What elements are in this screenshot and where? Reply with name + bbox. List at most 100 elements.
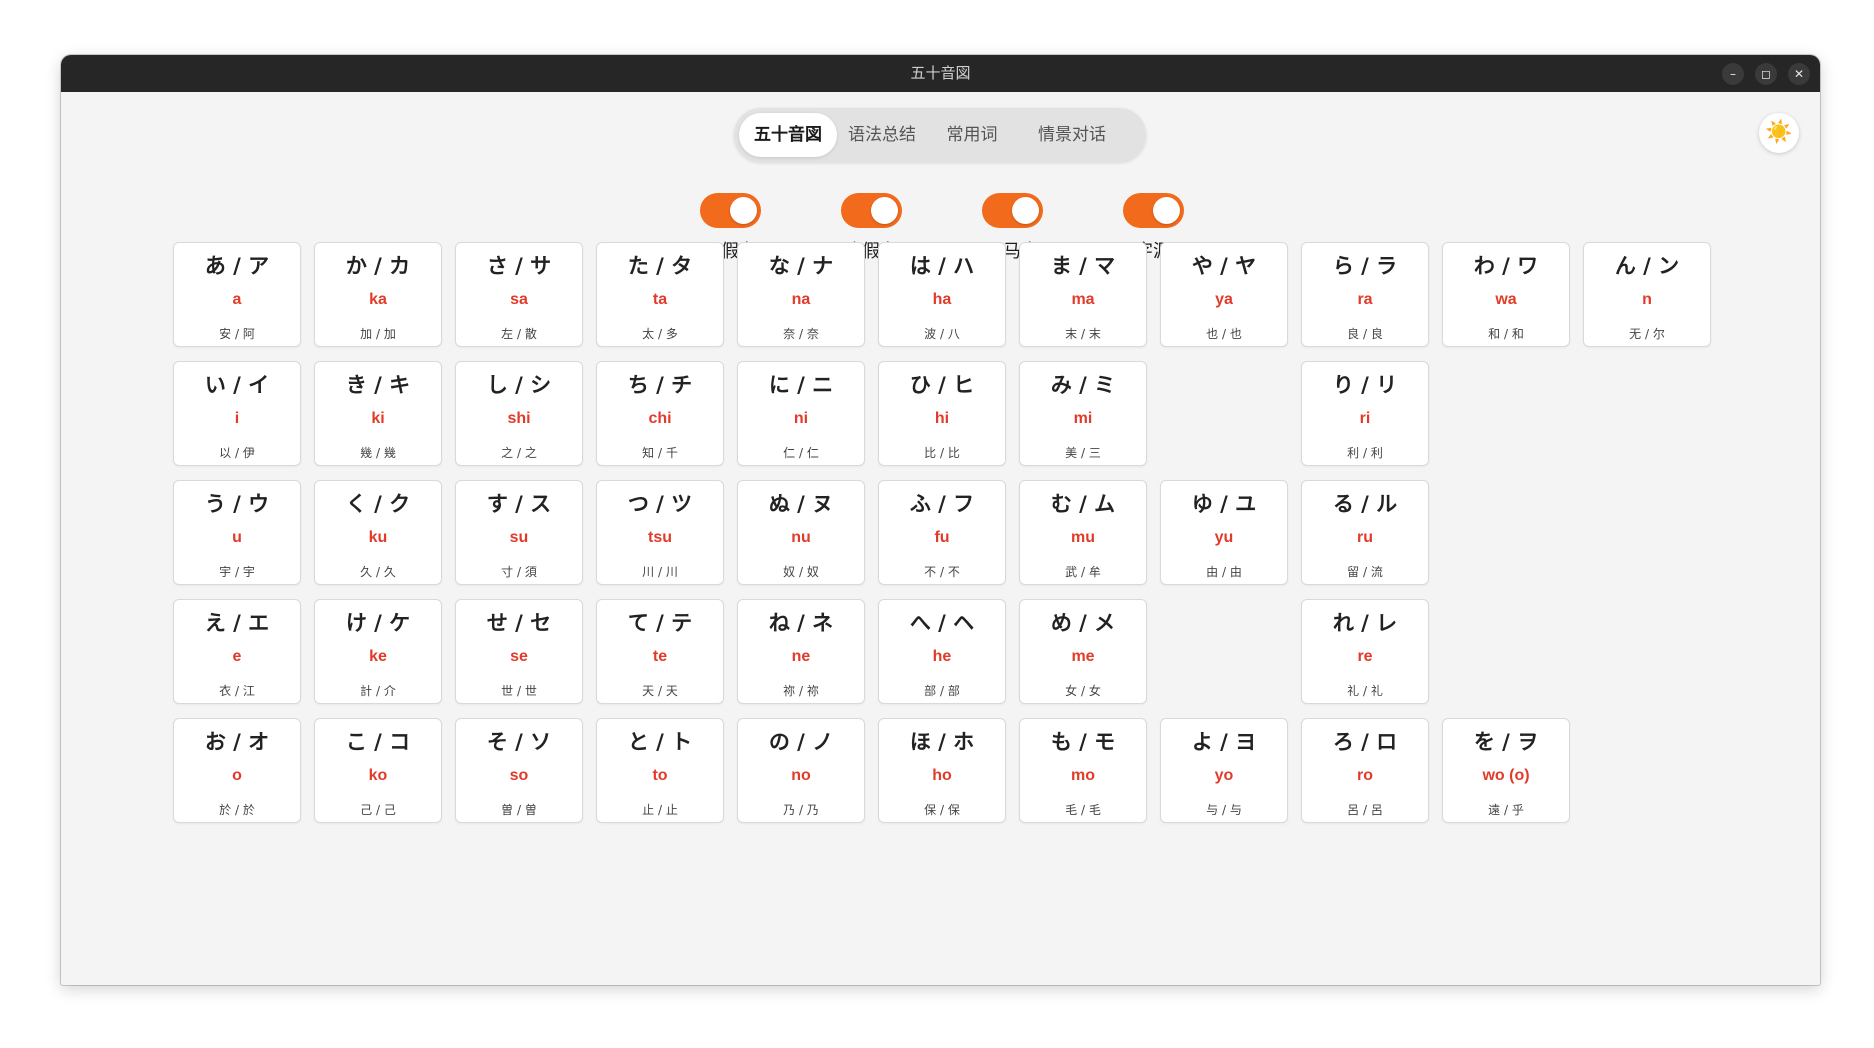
tab-dialogues[interactable]: 情景对话 bbox=[1017, 113, 1127, 157]
kana-card[interactable]: な / ナ na 奈 / 奈 bbox=[737, 242, 865, 347]
kana-card[interactable]: う / ウ u 宇 / 宇 bbox=[173, 480, 301, 585]
kana-card[interactable]: ま / マ ma 末 / 末 bbox=[1019, 242, 1147, 347]
kana-text: お / オ bbox=[204, 730, 270, 754]
romaji-switch[interactable] bbox=[981, 193, 1043, 228]
romaji-text: te bbox=[652, 648, 668, 665]
hiragana-switch[interactable] bbox=[699, 193, 761, 228]
kana-text: と / ト bbox=[627, 730, 693, 754]
origin-text: 美 / 三 bbox=[1065, 446, 1101, 460]
kana-card[interactable]: も / モ mo 毛 / 毛 bbox=[1019, 718, 1147, 823]
kana-card[interactable]: は / ハ ha 波 / 八 bbox=[878, 242, 1006, 347]
romaji-text: n bbox=[1642, 291, 1652, 308]
kana-text: は / ハ bbox=[909, 254, 975, 278]
kana-card[interactable]: さ / サ sa 左 / 散 bbox=[455, 242, 583, 347]
kana-card[interactable]: ぬ / ヌ nu 奴 / 奴 bbox=[737, 480, 865, 585]
origin-text: 知 / 千 bbox=[642, 446, 678, 460]
origin-text: 世 / 世 bbox=[501, 684, 537, 698]
kana-text: な / ナ bbox=[768, 254, 834, 278]
kana-card[interactable]: せ / セ se 世 / 世 bbox=[455, 599, 583, 704]
kana-card[interactable]: く / ク ku 久 / 久 bbox=[314, 480, 442, 585]
kana-text: も / モ bbox=[1050, 730, 1116, 754]
kana-card[interactable]: み / ミ mi 美 / 三 bbox=[1019, 361, 1147, 466]
kana-card[interactable]: ち / チ chi 知 / 千 bbox=[596, 361, 724, 466]
kana-card[interactable]: き / キ ki 幾 / 幾 bbox=[314, 361, 442, 466]
kana-text: う / ウ bbox=[204, 492, 270, 516]
romaji-text: to bbox=[652, 767, 668, 784]
kana-card[interactable]: え / エ e 衣 / 江 bbox=[173, 599, 301, 704]
kana-card[interactable]: か / カ ka 加 / 加 bbox=[314, 242, 442, 347]
kana-card[interactable]: し / シ shi 之 / 之 bbox=[455, 361, 583, 466]
kana-card[interactable]: す / ス su 寸 / 須 bbox=[455, 480, 583, 585]
romaji-text: wa bbox=[1495, 291, 1517, 308]
romaji-text: tsu bbox=[648, 529, 672, 546]
origin-text: 寸 / 須 bbox=[501, 565, 537, 579]
kana-text: す / ス bbox=[486, 492, 552, 516]
origin-text: 安 / 阿 bbox=[219, 327, 255, 341]
kana-card[interactable]: め / メ me 女 / 女 bbox=[1019, 599, 1147, 704]
kana-text: い / イ bbox=[204, 373, 270, 397]
kana-card[interactable]: ほ / ホ ho 保 / 保 bbox=[878, 718, 1006, 823]
origin-text: 左 / 散 bbox=[501, 327, 537, 341]
title-bar[interactable]: 五十音図 – ◻ ✕ bbox=[61, 55, 1820, 92]
close-button[interactable]: ✕ bbox=[1788, 63, 1810, 85]
origin-text: 衣 / 江 bbox=[219, 684, 255, 698]
kana-card[interactable]: わ / ワ wa 和 / 和 bbox=[1442, 242, 1570, 347]
tab-bar: 五十音図 语法总结 常用词 情景对话 bbox=[734, 108, 1146, 162]
tab-common-words[interactable]: 常用词 bbox=[927, 113, 1017, 157]
tab-gojuon[interactable]: 五十音図 bbox=[739, 113, 837, 157]
kana-card[interactable]: け / ケ ke 計 / 介 bbox=[314, 599, 442, 704]
kana-card[interactable]: と / ト to 止 / 止 bbox=[596, 718, 724, 823]
kana-card[interactable]: こ / コ ko 己 / 己 bbox=[314, 718, 442, 823]
romaji-text: ka bbox=[369, 291, 387, 308]
origin-text: 之 / 之 bbox=[501, 446, 537, 460]
kana-card[interactable]: り / リ ri 利 / 利 bbox=[1301, 361, 1429, 466]
kana-card[interactable]: る / ル ru 留 / 流 bbox=[1301, 480, 1429, 585]
origin-text: 与 / 与 bbox=[1206, 803, 1242, 817]
origin-text: 天 / 天 bbox=[642, 684, 678, 698]
kana-card[interactable]: へ / ヘ he 部 / 部 bbox=[878, 599, 1006, 704]
minimize-button[interactable]: – bbox=[1722, 63, 1744, 85]
kana-card[interactable]: に / ニ ni 仁 / 仁 bbox=[737, 361, 865, 466]
romaji-text: ku bbox=[368, 529, 388, 546]
tab-grammar[interactable]: 语法总结 bbox=[837, 113, 927, 157]
kana-card[interactable]: ひ / ヒ hi 比 / 比 bbox=[878, 361, 1006, 466]
kana-card[interactable]: あ / ア a 安 / 阿 bbox=[173, 242, 301, 347]
kana-card[interactable]: を / ヲ wo (o) 遠 / 乎 bbox=[1442, 718, 1570, 823]
kana-card[interactable]: つ / ツ tsu 川 / 川 bbox=[596, 480, 724, 585]
kana-card[interactable]: れ / レ re 礼 / 礼 bbox=[1301, 599, 1429, 704]
kana-text: ま / マ bbox=[1050, 254, 1116, 278]
kana-text: ふ / フ bbox=[909, 492, 975, 516]
theme-toggle-button[interactable]: ☀️ bbox=[1759, 113, 1799, 153]
origin-text: 祢 / 祢 bbox=[783, 684, 819, 698]
kana-card[interactable]: ん / ン n 无 / 尔 bbox=[1583, 242, 1711, 347]
kana-card[interactable]: む / ム mu 武 / 牟 bbox=[1019, 480, 1147, 585]
kana-card[interactable]: や / ヤ ya 也 / 也 bbox=[1160, 242, 1288, 347]
romaji-text: ho bbox=[932, 767, 952, 784]
origin-text: 仁 / 仁 bbox=[783, 446, 819, 460]
kana-card[interactable]: た / タ ta 太 / 多 bbox=[596, 242, 724, 347]
kana-card[interactable]: ふ / フ fu 不 / 不 bbox=[878, 480, 1006, 585]
origin-text: 宇 / 宇 bbox=[219, 565, 255, 579]
origin-text: 太 / 多 bbox=[642, 327, 678, 341]
kana-card[interactable]: て / テ te 天 / 天 bbox=[596, 599, 724, 704]
katakana-switch[interactable] bbox=[840, 193, 902, 228]
origin-switch[interactable] bbox=[1122, 193, 1184, 228]
kana-card[interactable]: ら / ラ ra 良 / 良 bbox=[1301, 242, 1429, 347]
origin-text: 比 / 比 bbox=[924, 446, 960, 460]
romaji-text: me bbox=[1071, 648, 1095, 665]
origin-text: 礼 / 礼 bbox=[1347, 684, 1383, 698]
kana-card[interactable]: お / オ o 於 / 於 bbox=[173, 718, 301, 823]
origin-text: 止 / 止 bbox=[642, 803, 678, 817]
kana-card[interactable]: の / ノ no 乃 / 乃 bbox=[737, 718, 865, 823]
kana-card[interactable]: そ / ソ so 曽 / 曽 bbox=[455, 718, 583, 823]
kana-card[interactable]: ね / ネ ne 祢 / 祢 bbox=[737, 599, 865, 704]
kana-card[interactable]: よ / ヨ yo 与 / 与 bbox=[1160, 718, 1288, 823]
maximize-button[interactable]: ◻ bbox=[1755, 63, 1777, 85]
kana-text: し / シ bbox=[486, 373, 552, 397]
kana-text: ね / ネ bbox=[768, 611, 834, 635]
romaji-text: sa bbox=[510, 291, 528, 308]
romaji-text: nu bbox=[791, 529, 811, 546]
kana-card[interactable]: い / イ i 以 / 伊 bbox=[173, 361, 301, 466]
kana-card[interactable]: ろ / ロ ro 呂 / 呂 bbox=[1301, 718, 1429, 823]
kana-card[interactable]: ゆ / ユ yu 由 / 由 bbox=[1160, 480, 1288, 585]
